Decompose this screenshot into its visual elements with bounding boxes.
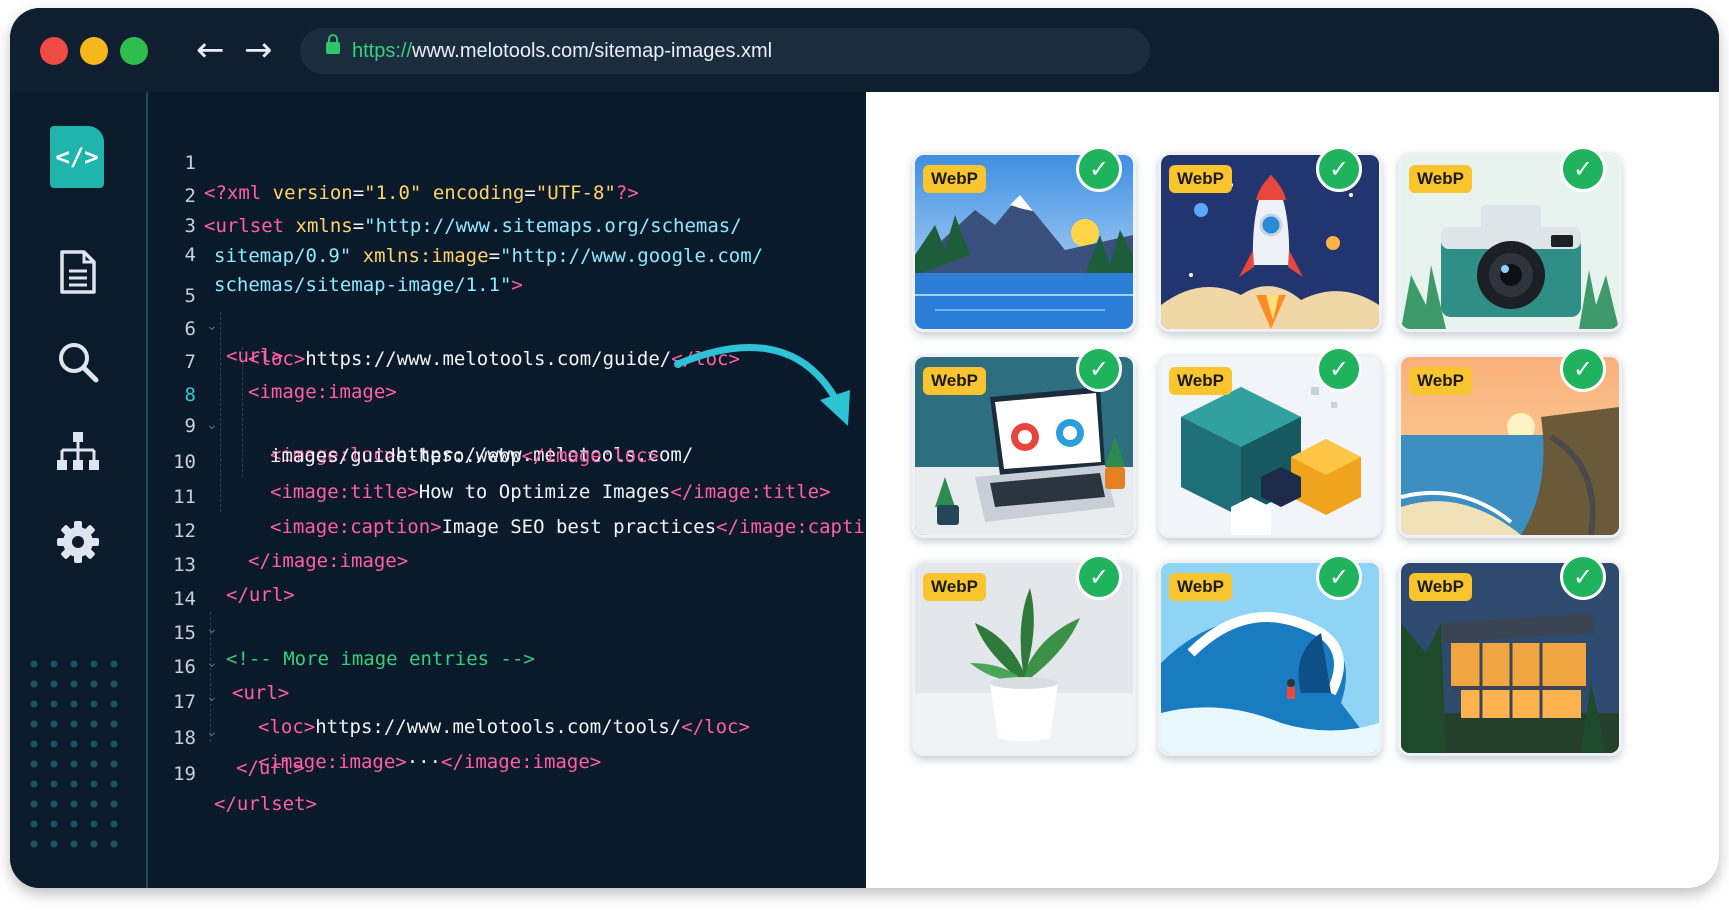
check-icon: ✓ <box>1560 554 1606 600</box>
webp-badge: WebP <box>1409 573 1472 601</box>
code-line-6: 6 <loc>https://www.melotools.com/guide/<… <box>148 284 740 370</box>
image-gallery: WebP WebP WebP WebP WebP WebP WebP WebP … <box>866 92 1719 888</box>
code-line-15: 15 ⌄ <url> <box>148 588 289 704</box>
webp-badge: WebP <box>1409 165 1472 193</box>
close-window-button[interactable] <box>40 37 68 65</box>
minimize-window-button[interactable] <box>80 37 108 65</box>
check-icon: ✓ <box>1076 554 1122 600</box>
code-line-16: 16 ⌄ <loc>https://www.melotools.com/tool… <box>148 622 750 738</box>
code-line-18: 18 </url> <box>148 693 305 779</box>
sitemap-icon[interactable] <box>48 422 108 482</box>
webp-badge: WebP <box>1169 367 1232 395</box>
collapsed-ellipsis[interactable]: ··· <box>407 751 441 773</box>
check-icon: ✓ <box>1076 146 1122 192</box>
search-icon[interactable] <box>48 332 108 392</box>
code-line-3: 3 sitemap/0.9" xmlns:image="http://www.g… <box>148 181 764 267</box>
browser-titlebar: ← → https://www.melotools.com/sitemap-im… <box>10 8 1719 92</box>
code-editor[interactable]: 1 <?xml version="1.0" encoding="UTF-8"?>… <box>148 92 899 888</box>
gear-icon[interactable] <box>48 512 108 572</box>
check-icon: ✓ <box>1316 346 1362 392</box>
code-line-14: 14 ⌄ <!-- More image entries --> <box>148 554 535 670</box>
check-icon: ✓ <box>1316 146 1362 192</box>
code-line-10: 10 <image:title>How to Optimize Images</… <box>148 417 830 503</box>
forward-arrow-icon[interactable]: → <box>244 30 273 70</box>
maximize-window-button[interactable] <box>120 37 148 65</box>
code-line-7: 7 <image:image> <box>148 317 397 403</box>
webp-badge: WebP <box>1169 573 1232 601</box>
address-bar[interactable]: https://www.melotools.com/sitemap-images… <box>300 28 1150 74</box>
sidebar: </> <box>10 92 148 888</box>
url-path: www.melotools.com/sitemap-images.xml <box>412 40 773 62</box>
code-line-13: 13 </url> <box>148 520 295 606</box>
url-scheme: https:// <box>352 40 413 62</box>
code-line-19: 19 </urlset> <box>148 729 317 815</box>
check-icon: ✓ <box>1076 346 1122 392</box>
webp-badge: WebP <box>1409 367 1472 395</box>
check-icon: ✓ <box>1560 346 1606 392</box>
indent-guide <box>220 312 221 512</box>
code-line-5: 5 ⌄ <url> <box>148 251 284 367</box>
line-number: 19 <box>173 763 196 785</box>
code-line-4: 4 schemas/sitemap-image/1.1"> <box>148 210 523 296</box>
webp-badge: WebP <box>923 573 986 601</box>
connector-arrow-icon <box>674 343 850 426</box>
code-line-2: 2 <urlset xmlns="http://www.sitemaps.org… <box>148 151 742 237</box>
code-line-1: 1 <?xml version="1.0" encoding="UTF-8"?> <box>148 118 639 204</box>
check-icon: ✓ <box>1560 146 1606 192</box>
webp-badge: WebP <box>1169 165 1232 193</box>
url-text: https://www.melotools.com/sitemap-images… <box>352 40 772 63</box>
browser-window: ← → https://www.melotools.com/sitemap-im… <box>10 8 1719 888</box>
back-arrow-icon[interactable]: ← <box>196 30 225 70</box>
code-line-11: 11 <image:caption>Image SEO best practic… <box>148 452 899 538</box>
code-file-icon[interactable]: </> <box>50 126 104 188</box>
code-line-12: 12 </image:image> <box>148 486 408 572</box>
lock-icon <box>326 34 340 54</box>
webp-badge: WebP <box>923 367 986 395</box>
document-icon[interactable] <box>48 242 108 302</box>
check-icon: ✓ <box>1316 554 1362 600</box>
code-line-9: 9 images/guide-hero.webp</image:loc> <box>148 381 659 467</box>
code-line-8: 8 ⌄ <image:loc>https://www.melotools.com… <box>148 350 694 466</box>
code-line-17: 17 ⌄ <image:image>···</image:image> <box>148 657 601 773</box>
webp-badge: WebP <box>923 165 986 193</box>
decorative-dot-pattern <box>24 654 124 854</box>
